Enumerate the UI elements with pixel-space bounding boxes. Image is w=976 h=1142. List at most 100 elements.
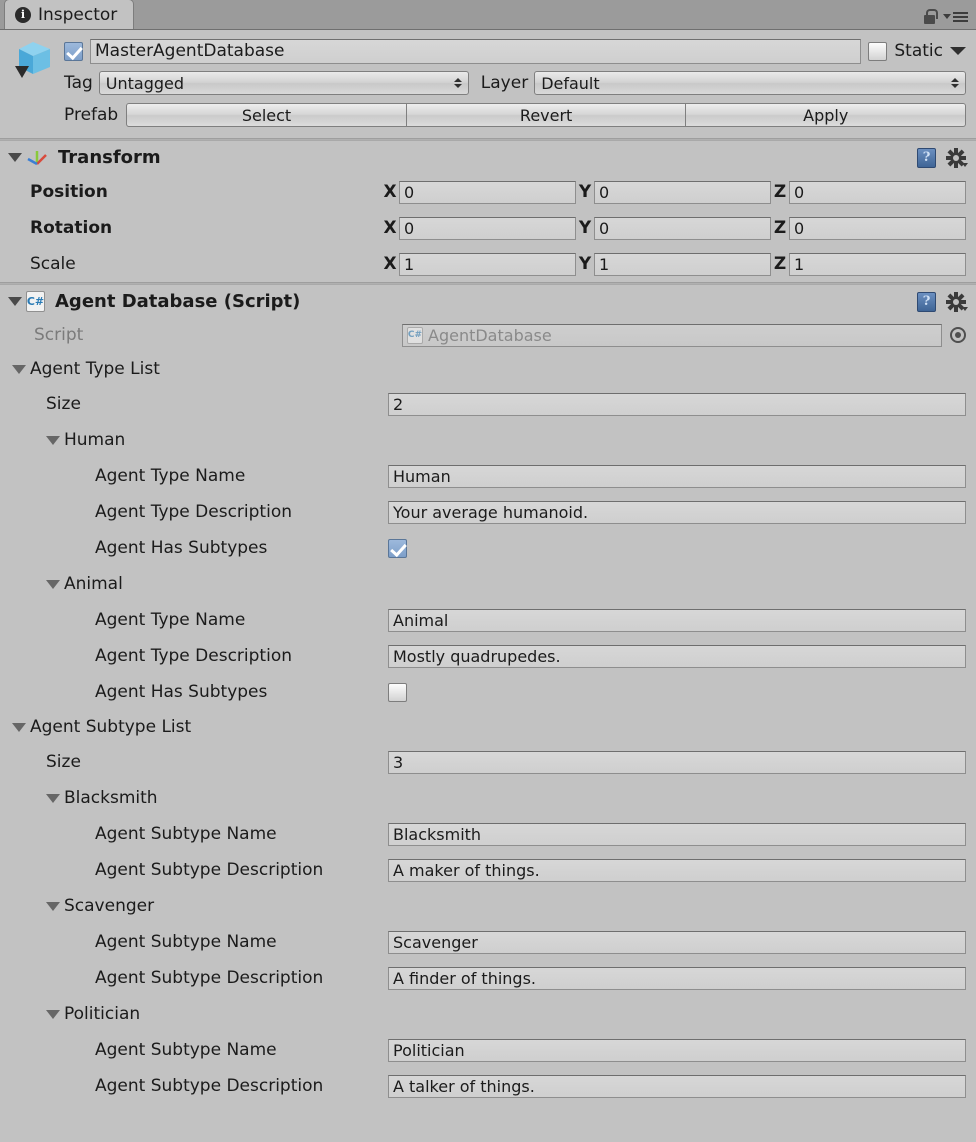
agent-type-name-row: Agent Type Name Animal bbox=[0, 602, 976, 638]
static-dropdown-icon[interactable] bbox=[950, 47, 966, 55]
info-icon: i bbox=[15, 6, 31, 23]
agent-subtype-element-label: Blacksmith bbox=[64, 788, 158, 808]
script-object-field[interactable]: C# AgentDatabase bbox=[402, 323, 942, 347]
script-foldout-icon[interactable] bbox=[8, 297, 22, 306]
agent-type-name-label: Agent Type Name bbox=[95, 466, 246, 486]
help-icon[interactable]: ? bbox=[917, 147, 936, 168]
agent-type-description-input[interactable]: Your average humanoid. bbox=[388, 500, 966, 524]
transform-position-z-input[interactable]: 0 bbox=[789, 180, 966, 204]
agent-subtype-element-foldout-icon[interactable] bbox=[46, 793, 60, 803]
agent-subtype-element-foldout[interactable]: Blacksmith bbox=[0, 780, 976, 816]
gear-icon[interactable] bbox=[946, 291, 968, 312]
transform-axis-x: X0 bbox=[381, 180, 576, 204]
transform-row-label: Scale bbox=[30, 254, 76, 274]
agent-type-description-label: Agent Type Description bbox=[95, 502, 292, 522]
transform-rows: Position X 0 Y 0 Z 0 Rotation X 0 Y 0 Z 0 Scale X 1 Y 1 Z 1 bbox=[0, 174, 976, 282]
agent-type-size-input[interactable]: 2 bbox=[388, 392, 966, 416]
agent-type-has-subtypes-checkbox[interactable] bbox=[388, 538, 407, 558]
agent-subtype-element-label: Politician bbox=[64, 1004, 141, 1024]
transform-position-x-input[interactable]: 0 bbox=[399, 180, 576, 204]
agent-subtype-element-foldout-icon[interactable] bbox=[46, 1009, 60, 1019]
agent-subtype-name-row: Agent Subtype Name Politician bbox=[0, 1032, 976, 1068]
transform-row: Rotation X 0 Y 0 Z 0 bbox=[0, 210, 976, 246]
transform-vector-field: X0Y0Z0 bbox=[381, 216, 976, 240]
hamburger-menu-icon[interactable] bbox=[943, 11, 968, 22]
prefab-label: Prefab bbox=[64, 105, 119, 125]
transform-component-header[interactable]: Transform ? bbox=[0, 140, 976, 174]
object-picker-icon[interactable] bbox=[950, 327, 966, 343]
transform-rotation-y-input[interactable]: 0 bbox=[594, 216, 771, 240]
transform-row: Scale X 1 Y 1 Z 1 bbox=[0, 246, 976, 282]
script-title: Agent Database (Script) bbox=[55, 291, 301, 312]
script-header-icons: ? bbox=[917, 291, 976, 312]
transform-rotation-x-input[interactable]: 0 bbox=[399, 216, 576, 240]
transform-foldout-icon[interactable] bbox=[8, 153, 22, 162]
tag-value: Untagged bbox=[105, 73, 185, 93]
agent-type-element-foldout-icon[interactable] bbox=[46, 579, 60, 589]
transform-axis-x: X0 bbox=[381, 216, 576, 240]
prefab-select-button[interactable]: Select bbox=[126, 103, 407, 127]
transform-scale-z-input[interactable]: 1 bbox=[789, 252, 966, 276]
agent-subtype-name-input[interactable]: Politician bbox=[388, 1038, 966, 1062]
csharp-script-icon: C# bbox=[407, 326, 423, 344]
agent-subtype-name-input[interactable]: Blacksmith bbox=[388, 822, 966, 846]
agent-type-list-header[interactable]: Agent Type List bbox=[0, 352, 976, 386]
agent-subtype-size-input[interactable]: 3 bbox=[388, 750, 966, 774]
agent-type-element-foldout-icon[interactable] bbox=[46, 435, 60, 445]
agent-subtype-name-row: Agent Subtype Name Blacksmith bbox=[0, 816, 976, 852]
script-label: Script bbox=[34, 325, 84, 345]
menu-bars-icon bbox=[953, 11, 968, 22]
agent-type-name-label: Agent Type Name bbox=[95, 610, 246, 630]
static-checkbox[interactable] bbox=[868, 41, 888, 61]
transform-rotation-z-input[interactable]: 0 bbox=[789, 216, 966, 240]
transform-row: Position X 0 Y 0 Z 0 bbox=[0, 174, 976, 210]
transform-scale-y-input[interactable]: 1 bbox=[594, 252, 771, 276]
transform-axis-z: Z0 bbox=[771, 180, 966, 204]
lock-icon[interactable] bbox=[923, 9, 938, 24]
tag-dropdown[interactable]: Untagged bbox=[98, 71, 469, 95]
agent-type-name-input[interactable]: Animal bbox=[388, 608, 966, 632]
gear-icon[interactable] bbox=[946, 147, 968, 168]
tab-inspector[interactable]: i Inspector bbox=[4, 0, 135, 29]
tabbar-controls bbox=[923, 9, 976, 29]
transform-title: Transform bbox=[58, 147, 161, 168]
axis-label-z: Z bbox=[773, 182, 787, 202]
agent-subtype-description-input[interactable]: A maker of things. bbox=[388, 858, 966, 882]
agent-subtype-list-section: Agent Subtype List Size 3 Blacksmith Agent S… bbox=[0, 710, 976, 1104]
agent-type-element-foldout[interactable]: Human bbox=[0, 422, 976, 458]
agent-type-has-subtypes-label: Agent Has Subtypes bbox=[95, 538, 268, 558]
agent-subtype-element-foldout-icon[interactable] bbox=[46, 901, 60, 911]
transform-axis-z: Z0 bbox=[771, 216, 966, 240]
agent-subtype-element-foldout[interactable]: Scavenger bbox=[0, 888, 976, 924]
tab-label: Inspector bbox=[38, 4, 118, 25]
agent-subtype-description-input[interactable]: A talker of things. bbox=[388, 1074, 966, 1098]
agent-subtype-name-input[interactable]: Scavenger bbox=[388, 930, 966, 954]
help-icon[interactable]: ? bbox=[917, 291, 936, 312]
prefab-revert-button[interactable]: Revert bbox=[406, 103, 687, 127]
agent-subtype-size-label: Size bbox=[46, 752, 81, 772]
agent-type-description-input[interactable]: Mostly quadrupedes. bbox=[388, 644, 966, 668]
agent-subtype-description-row: Agent Subtype Description A talker of thi… bbox=[0, 1068, 976, 1104]
object-enabled-checkbox[interactable] bbox=[64, 41, 83, 61]
layer-dropdown[interactable]: Default bbox=[534, 71, 966, 95]
object-name-input[interactable]: MasterAgentDatabase bbox=[90, 38, 862, 64]
agent-type-list-foldout-icon[interactable] bbox=[12, 364, 26, 374]
transform-axis-y: Y1 bbox=[576, 252, 771, 276]
inspector-tabbar: i Inspector bbox=[0, 0, 976, 30]
agent-subtype-name-label: Agent Subtype Name bbox=[95, 824, 277, 844]
agent-type-has-subtypes-checkbox[interactable] bbox=[388, 682, 407, 702]
transform-row-label: Position bbox=[30, 182, 108, 202]
agent-type-element-foldout[interactable]: Animal bbox=[0, 566, 976, 602]
agent-type-name-input[interactable]: Human bbox=[388, 464, 966, 488]
agent-subtype-element-foldout[interactable]: Politician bbox=[0, 996, 976, 1032]
agent-database-component-header[interactable]: C# Agent Database (Script) ? bbox=[0, 284, 976, 318]
transform-axis-y: Y0 bbox=[576, 180, 771, 204]
transform-position-y-input[interactable]: 0 bbox=[594, 180, 771, 204]
transform-scale-x-input[interactable]: 1 bbox=[399, 252, 576, 276]
agent-subtype-description-input[interactable]: A finder of things. bbox=[388, 966, 966, 990]
prefab-apply-button[interactable]: Apply bbox=[686, 103, 967, 127]
agent-subtype-list-header[interactable]: Agent Subtype List bbox=[0, 710, 976, 744]
agent-subtype-list-title: Agent Subtype List bbox=[30, 717, 192, 737]
agent-subtype-description-label: Agent Subtype Description bbox=[95, 860, 324, 880]
agent-subtype-list-foldout-icon[interactable] bbox=[12, 722, 26, 732]
